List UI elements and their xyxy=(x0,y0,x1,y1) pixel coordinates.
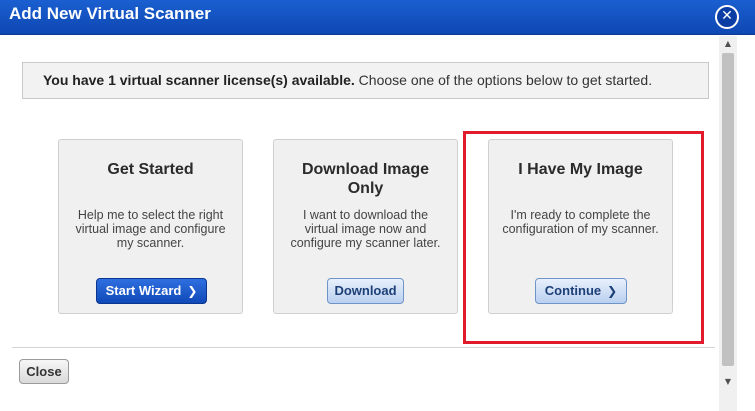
dialog-content: You have 1 virtual scanner license(s) av… xyxy=(0,36,719,411)
card-description: Help me to select the right virtual imag… xyxy=(69,208,232,250)
selection-highlight xyxy=(463,131,704,344)
scroll-up-icon[interactable]: ▲ xyxy=(719,36,737,52)
chevron-right-icon: ❯ xyxy=(187,284,198,298)
dialog-title: Add New Virtual Scanner xyxy=(9,4,211,23)
card-description: I want to download the virtual image now… xyxy=(284,208,447,250)
card-desc-line: I want to download the xyxy=(302,208,429,222)
card-download-image-only: Download Image Only I want to download t… xyxy=(273,139,458,314)
card-desc-line: configure my scanner later. xyxy=(290,236,441,250)
start-wizard-button[interactable]: Start Wizard ❯ xyxy=(96,278,207,304)
card-desc-line: Help me to select the right xyxy=(77,208,224,222)
card-title-line: Get Started xyxy=(107,161,194,178)
license-info-box: You have 1 virtual scanner license(s) av… xyxy=(22,62,709,99)
license-instruction-text: Choose one of the options below to get s… xyxy=(354,72,653,88)
card-desc-line: my scanner. xyxy=(116,236,185,250)
card-title: Get Started xyxy=(59,160,242,179)
dialog-titlebar: Add New Virtual Scanner ✕ xyxy=(0,0,755,35)
card-title-line: Download Image xyxy=(301,161,430,178)
close-icon[interactable]: ✕ xyxy=(715,5,739,29)
scroll-thumb[interactable] xyxy=(722,53,734,366)
button-label: Download xyxy=(334,283,397,298)
card-title: Download Image Only xyxy=(274,160,457,198)
card-desc-line: virtual image now and xyxy=(304,222,427,236)
close-button[interactable]: Close xyxy=(19,359,69,384)
license-count-text: You have 1 virtual scanner license(s) av… xyxy=(43,72,355,88)
scroll-down-icon[interactable]: ▼ xyxy=(719,374,737,390)
card-get-started: Get Started Help me to select the right … xyxy=(58,139,243,314)
download-button[interactable]: Download xyxy=(327,278,404,304)
card-desc-line: virtual image and configure xyxy=(75,222,226,236)
button-label: Start Wizard xyxy=(105,283,182,298)
card-title-line: Only xyxy=(347,180,384,197)
footer-divider xyxy=(12,347,715,348)
vertical-scrollbar[interactable]: ▲ ▼ xyxy=(719,36,737,411)
